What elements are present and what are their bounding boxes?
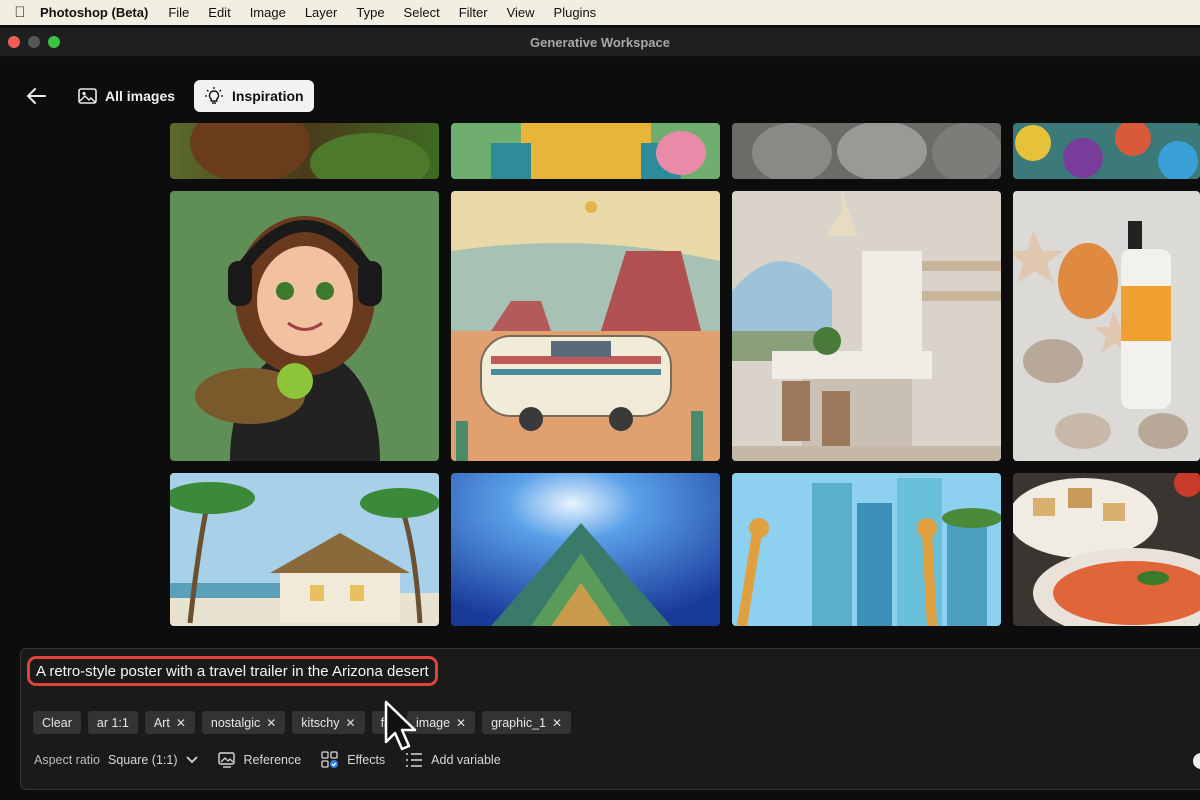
gallery-image[interactable] bbox=[451, 123, 720, 179]
tab-inspiration-label: Inspiration bbox=[232, 88, 304, 104]
chip-label: Art bbox=[153, 715, 170, 730]
toggle-switch[interactable] bbox=[1193, 753, 1200, 769]
gallery-image[interactable] bbox=[1013, 473, 1200, 626]
chip-label: nostalgic bbox=[210, 715, 261, 730]
gallery-image[interactable] bbox=[732, 191, 1001, 461]
effects-icon bbox=[321, 751, 339, 768]
aspect-ratio-value: Square (1:1) bbox=[108, 753, 178, 767]
gallery-image[interactable] bbox=[170, 473, 439, 626]
apple-icon[interactable]:  bbox=[0, 4, 40, 21]
chip-label: graphic_1 bbox=[491, 715, 547, 730]
prompt-input[interactable]: A retro-style poster with a travel trail… bbox=[27, 656, 438, 686]
gallery-image[interactable] bbox=[732, 473, 1001, 626]
effects-button[interactable]: Effects bbox=[321, 751, 385, 769]
chip-aspect[interactable]: ar 1:1 bbox=[87, 711, 138, 734]
close-icon[interactable]: ✕ bbox=[176, 716, 186, 730]
menu-file[interactable]: File bbox=[168, 5, 189, 20]
chip-label: image bbox=[416, 715, 451, 730]
close-icon[interactable]: ✕ bbox=[456, 716, 466, 730]
chip-nostalgic[interactable]: nostalgic ✕ bbox=[201, 711, 286, 734]
generation-options: Aspect ratio Square (1:1) Reference Effe… bbox=[34, 751, 521, 769]
aspect-ratio-dropdown[interactable]: Aspect ratio Square (1:1) bbox=[34, 753, 198, 767]
effects-label: Effects bbox=[347, 753, 386, 767]
clear-button[interactable]: Clear bbox=[33, 711, 81, 734]
back-button[interactable] bbox=[24, 84, 48, 108]
gallery-image[interactable] bbox=[1013, 191, 1200, 461]
window-title-bar: Generative Workspace bbox=[0, 28, 1200, 57]
menu-filter[interactable]: Filter bbox=[459, 5, 488, 20]
reference-image-icon bbox=[217, 752, 235, 768]
menu-bar:  Photoshop (Beta) File Edit Image Layer… bbox=[0, 0, 1200, 25]
close-icon[interactable]: ✕ bbox=[346, 716, 356, 730]
tab-all-images[interactable]: All images bbox=[68, 80, 185, 112]
chip-label: ar 1:1 bbox=[96, 715, 129, 730]
zoom-window-button[interactable] bbox=[48, 36, 60, 48]
window-controls bbox=[8, 36, 60, 48]
tab-inspiration[interactable]: Inspiration bbox=[194, 80, 314, 112]
gallery-image[interactable] bbox=[451, 191, 720, 461]
menu-app-name[interactable]: Photoshop (Beta) bbox=[40, 5, 148, 20]
menu-view[interactable]: View bbox=[507, 5, 535, 20]
close-window-button[interactable] bbox=[8, 36, 20, 48]
chip-label: Clear bbox=[42, 715, 72, 730]
mouse-pointer-icon bbox=[384, 700, 417, 751]
lightbulb-icon bbox=[205, 87, 223, 104]
close-icon[interactable]: ✕ bbox=[266, 716, 276, 730]
aspect-ratio-label: Aspect ratio bbox=[34, 753, 101, 767]
add-variable-button[interactable]: Add variable bbox=[405, 752, 501, 768]
workspace-toolbar: All images Inspiration bbox=[0, 57, 1200, 123]
inspiration-gallery bbox=[0, 123, 1200, 626]
arrow-left-icon bbox=[27, 88, 46, 104]
minimize-window-button[interactable] bbox=[28, 36, 40, 48]
image-icon bbox=[78, 88, 97, 104]
prompt-chips: Clear ar 1:1 Art ✕ nostalgic ✕ kitschy ✕… bbox=[33, 711, 572, 734]
close-icon[interactable]: ✕ bbox=[552, 716, 562, 730]
chevron-down-icon bbox=[185, 756, 198, 764]
chip-graphic[interactable]: graphic_1 ✕ bbox=[482, 711, 572, 734]
prompt-panel: A retro-style poster with a travel trail… bbox=[20, 648, 1200, 790]
gallery-image[interactable] bbox=[170, 191, 439, 461]
add-variable-label: Add variable bbox=[431, 753, 501, 767]
tab-all-images-label: All images bbox=[105, 88, 176, 104]
chip-label: kitschy bbox=[301, 715, 340, 730]
chip-kitschy[interactable]: kitschy ✕ bbox=[292, 711, 365, 734]
menu-layer[interactable]: Layer bbox=[305, 5, 338, 20]
gallery-image[interactable] bbox=[1013, 123, 1200, 179]
list-icon bbox=[406, 753, 423, 767]
menu-image[interactable]: Image bbox=[250, 5, 286, 20]
gallery-image[interactable] bbox=[170, 123, 439, 179]
menu-select[interactable]: Select bbox=[404, 5, 440, 20]
gallery-image[interactable] bbox=[451, 473, 720, 626]
chip-art[interactable]: Art ✕ bbox=[144, 711, 195, 734]
menu-plugins[interactable]: Plugins bbox=[554, 5, 597, 20]
window-title: Generative Workspace bbox=[530, 34, 670, 50]
reference-button[interactable]: Reference bbox=[217, 752, 302, 768]
reference-label: Reference bbox=[243, 753, 302, 767]
menu-type[interactable]: Type bbox=[356, 5, 384, 20]
menu-edit[interactable]: Edit bbox=[208, 5, 230, 20]
gallery-image[interactable] bbox=[732, 123, 1001, 179]
